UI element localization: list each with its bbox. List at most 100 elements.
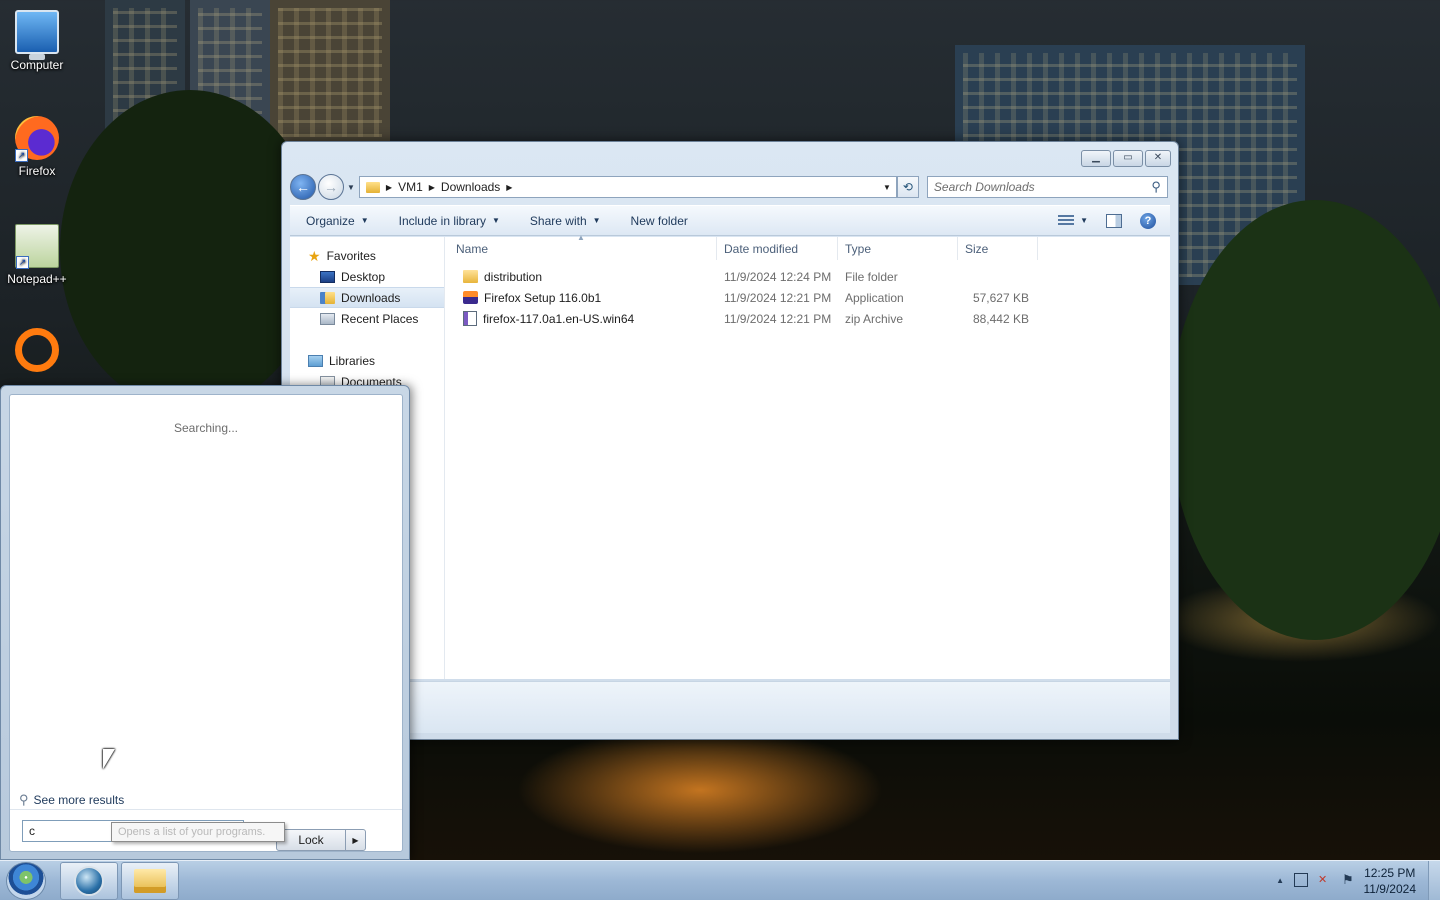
search-input[interactable]: [933, 180, 1152, 194]
firefox-icon: ↗: [15, 116, 59, 162]
file-size: [958, 266, 1038, 287]
start-menu: Searching... ⚲ See more results ✕ Lock ▶…: [0, 385, 410, 860]
taskbar-browser-button[interactable]: [60, 862, 118, 900]
shutdown-options-arrow[interactable]: ▶: [345, 830, 365, 850]
forward-button[interactable]: →: [318, 174, 344, 200]
volume-muted-icon[interactable]: ✕: [1318, 873, 1332, 887]
star-icon: ★: [308, 247, 321, 264]
column-header-date[interactable]: Date modified: [717, 237, 838, 260]
new-folder-button[interactable]: New folder: [631, 214, 688, 228]
explorer-folder-icon: [134, 869, 166, 893]
back-button[interactable]: ←: [290, 174, 316, 200]
explorer-content: ★ Favorites Desktop Downloads Recent Pla…: [290, 233, 1170, 679]
refresh-button[interactable]: ⟲: [896, 176, 919, 198]
desktop-icon: [320, 270, 335, 283]
dropdown-arrow-icon: ▼: [592, 216, 601, 225]
desktop-icon-firefox[interactable]: ↗ Firefox: [0, 116, 74, 178]
desktop-icon-label: Firefox: [18, 164, 56, 178]
search-box[interactable]: ⚲: [926, 176, 1168, 198]
include-in-library-button[interactable]: Include in library ▼: [399, 214, 500, 228]
nav-favorites[interactable]: ★ Favorites: [290, 245, 444, 266]
file-name: firefox-117.0a1.en-US.win64: [483, 311, 635, 326]
start-button[interactable]: [6, 862, 46, 900]
show-desktop-button[interactable]: [1428, 861, 1440, 900]
file-rows: distribution 11/9/2024 12:24 PM File fol…: [445, 261, 1170, 329]
command-bar: Organize ▼ Include in library ▼ Share with…: [290, 205, 1170, 236]
organize-button[interactable]: Organize ▼: [306, 214, 369, 228]
desktop-icon-notepadpp[interactable]: ↗ Notepad++: [0, 224, 74, 286]
preview-pane-icon[interactable]: [1106, 213, 1122, 228]
breadcrumb-item[interactable]: VM1: [398, 180, 423, 194]
folder-icon: [365, 181, 380, 193]
downloads-folder-icon: [320, 291, 335, 304]
file-row[interactable]: Firefox Setup 116.0b1 11/9/2024 12:21 PM…: [445, 287, 1170, 308]
notepadpp-icon: ↗: [15, 224, 59, 269]
nav-libraries[interactable]: Libraries: [290, 350, 444, 371]
search-results-panel: Searching... ⚲ See more results ✕ Lock ▶: [9, 394, 403, 852]
background-tree: [1170, 200, 1440, 640]
file-name: Firefox Setup 116.0b1: [484, 290, 602, 305]
nav-label: Desktop: [341, 269, 386, 284]
address-dropdown-icon[interactable]: ▼: [883, 183, 891, 192]
close-button[interactable]: ✕: [1145, 150, 1171, 167]
file-name: distribution: [484, 269, 543, 284]
action-center-flag-icon[interactable]: ⚑: [1342, 873, 1356, 887]
installer-icon: [463, 291, 478, 304]
file-size: 88,442 KB: [972, 311, 1029, 326]
file-date: 11/9/2024 12:21 PM: [724, 311, 832, 326]
breadcrumb-chevron-icon[interactable]: ▶: [506, 183, 512, 192]
dropdown-arrow-icon: ▼: [1080, 216, 1088, 225]
minimize-button[interactable]: ▁: [1081, 150, 1111, 167]
explorer-window: ▁ ▭ ✕ ← → ▼ ▶ VM1 ▶ Downloads ▶ ▼ ⟲ ⚲ Or…: [281, 141, 1179, 740]
column-header-size[interactable]: Size: [958, 237, 1038, 260]
show-hidden-icons-button[interactable]: ▲: [1276, 876, 1284, 885]
share-with-label: Share with: [529, 213, 587, 228]
network-icon[interactable]: [1294, 873, 1308, 887]
sort-indicator-icon: ▲: [577, 233, 585, 242]
breadcrumb-chevron-icon[interactable]: ▶: [386, 183, 392, 192]
include-in-library-label: Include in library: [398, 213, 486, 228]
file-size: 57,627 KB: [972, 290, 1029, 305]
dropdown-arrow-icon: ▼: [492, 216, 500, 225]
file-date: 11/9/2024 12:24 PM: [724, 269, 832, 284]
nav-label: Favorites: [326, 248, 376, 263]
nav-recent-places[interactable]: Recent Places: [290, 308, 444, 329]
column-headers: Name Date modified Type Size: [445, 237, 1170, 261]
nav-desktop[interactable]: Desktop: [290, 266, 444, 287]
desktop-icon-computer[interactable]: Computer: [0, 10, 74, 72]
file-row[interactable]: firefox-117.0a1.en-US.win64 11/9/2024 12…: [445, 308, 1170, 329]
desktop-icon-ring-app[interactable]: [0, 328, 74, 376]
navigation-bar: ← → ▼ ▶ VM1 ▶ Downloads ▶ ▼ ⟲ ⚲: [290, 172, 1170, 202]
caption-buttons: ▁ ▭ ✕: [1081, 150, 1171, 167]
search-icon[interactable]: ⚲: [1151, 179, 1161, 195]
help-icon[interactable]: ?: [1140, 212, 1156, 229]
background-building: [270, 0, 390, 145]
recent-pages-dropdown[interactable]: ▼: [347, 183, 355, 192]
file-name-cell: Firefox Setup 116.0b1: [445, 287, 717, 308]
folder-icon: [463, 270, 478, 283]
file-date: 11/9/2024 12:21 PM: [724, 290, 832, 305]
address-bar[interactable]: ▶ VM1 ▶ Downloads ▶ ▼: [358, 176, 897, 198]
computer-icon: [15, 10, 59, 60]
column-header-type[interactable]: Type: [838, 237, 958, 260]
breadcrumb-item[interactable]: Downloads: [441, 180, 500, 194]
see-more-results-link[interactable]: ⚲ See more results: [19, 792, 124, 808]
organize-label: Organize: [306, 213, 355, 228]
clock-time: 12:25 PM: [1364, 866, 1416, 880]
search-icon: ⚲: [19, 792, 29, 807]
see-more-label: See more results: [33, 793, 125, 807]
divider: [10, 809, 402, 810]
share-with-button[interactable]: Share with ▼: [530, 214, 601, 228]
change-view-button[interactable]: ▼: [1058, 214, 1088, 227]
system-clock[interactable]: 12:25 PM 11/9/2024: [1364, 865, 1417, 897]
recent-places-icon: [320, 312, 335, 325]
breadcrumb-chevron-icon[interactable]: ▶: [429, 183, 435, 192]
taskbar-explorer-button[interactable]: [121, 862, 179, 900]
nav-label: Libraries: [329, 353, 376, 368]
nav-downloads[interactable]: Downloads: [290, 287, 444, 308]
file-row[interactable]: distribution 11/9/2024 12:24 PM File fol…: [445, 266, 1170, 287]
details-pane: [290, 681, 1170, 733]
maximize-button[interactable]: ▭: [1113, 150, 1143, 167]
lock-button[interactable]: Lock ▶: [276, 829, 366, 851]
file-name-cell: distribution: [445, 266, 717, 287]
